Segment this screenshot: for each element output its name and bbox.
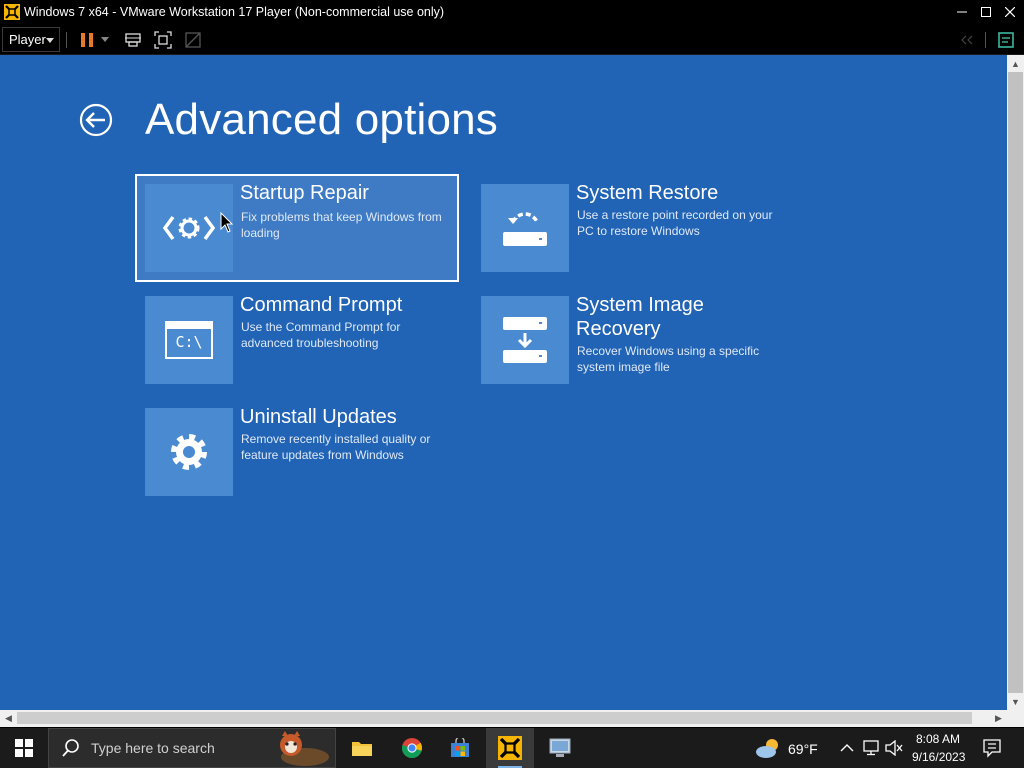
chevron-down-icon xyxy=(46,38,54,43)
tile-description: Recover Windows using a specific system … xyxy=(577,344,760,374)
search-placeholder: Type here to search xyxy=(91,740,215,756)
player-menu-label: Player xyxy=(9,32,46,47)
tile-uninstall-updates[interactable]: Uninstall Updates Remove recently instal… xyxy=(145,406,469,516)
prompt-text: C:\ xyxy=(175,333,203,351)
tile-command-prompt[interactable]: C:\ Command Prompt Use the Command Promp… xyxy=(145,294,469,404)
pause-icon xyxy=(81,33,93,47)
search-icon xyxy=(62,739,79,757)
gear-icon xyxy=(145,408,233,496)
horizontal-scrollbar[interactable]: ◀ ▶ xyxy=(0,710,1007,727)
minimize-icon xyxy=(957,11,967,13)
full-screen-icon xyxy=(154,31,172,49)
scrollbar-corner xyxy=(1007,710,1024,727)
player-menu-button[interactable]: Player xyxy=(2,27,60,52)
tile-description: Use a restore point recorded on your PC … xyxy=(577,208,773,238)
taskbar-chrome[interactable] xyxy=(388,728,436,768)
unity-icon xyxy=(185,32,201,48)
volume-muted-icon[interactable] xyxy=(884,740,904,756)
network-icon[interactable] xyxy=(862,740,880,756)
scroll-left-arrow-icon[interactable]: ◀ xyxy=(0,710,17,727)
chevron-down-icon xyxy=(101,37,109,42)
maximize-button[interactable] xyxy=(974,0,998,24)
system-restore-icon xyxy=(481,184,569,272)
taskbar-remote-app[interactable] xyxy=(536,728,584,768)
tabs-collapse-button[interactable] xyxy=(956,29,978,51)
scroll-down-arrow-icon[interactable]: ▼ xyxy=(1007,693,1024,710)
message-log-button[interactable] xyxy=(995,29,1017,51)
command-prompt-icon: C:\ xyxy=(145,296,233,384)
tile-title: Command Prompt xyxy=(240,294,403,316)
pause-options-dropdown[interactable] xyxy=(98,29,112,51)
tile-title: Uninstall Updates xyxy=(240,406,397,428)
search-box[interactable]: Type here to search xyxy=(48,728,336,768)
tile-startup-repair[interactable]: Startup Repair Fix problems that keep Wi… xyxy=(135,174,459,282)
folder-icon xyxy=(352,742,372,756)
clock-date[interactable]: 9/16/2023 xyxy=(912,750,965,764)
ctrl-alt-del-icon xyxy=(125,33,141,47)
close-icon xyxy=(1005,7,1015,17)
tile-description: Fix problems that keep Windows from load… xyxy=(241,210,442,240)
send-ctrl-alt-del-button[interactable] xyxy=(122,29,144,51)
clock-time[interactable]: 8:08 AM xyxy=(916,732,960,746)
toolbar-divider xyxy=(985,32,986,48)
weather-icon xyxy=(756,739,778,758)
tile-description: Use the Command Prompt for advanced trou… xyxy=(241,320,401,350)
chrome-icon xyxy=(401,738,423,759)
taskbar: Type here to search 69°F 8:08 AM 9/16/20… xyxy=(0,728,1024,768)
maximize-icon xyxy=(981,7,991,17)
vmware-app-icon xyxy=(4,4,20,20)
close-button[interactable] xyxy=(998,0,1022,24)
taskbar-file-explorer[interactable] xyxy=(338,728,386,768)
unity-mode-button[interactable] xyxy=(182,29,204,51)
player-toolbar: Player xyxy=(0,24,1024,55)
system-image-icon xyxy=(481,296,569,384)
vertical-scroll-thumb[interactable] xyxy=(1008,72,1023,693)
tile-title: System Restore xyxy=(576,182,719,204)
tile-system-restore[interactable]: System Restore Use a restore point recor… xyxy=(481,182,805,292)
page-title: Advanced options xyxy=(145,95,499,144)
vm-display[interactable]: Advanced options Startup Repair Fix prob… xyxy=(0,55,1007,710)
tile-system-image-recovery[interactable]: System Image Recovery Recover Windows us… xyxy=(481,294,805,404)
scroll-right-arrow-icon[interactable]: ▶ xyxy=(990,710,1007,727)
mouse-cursor-icon xyxy=(220,212,234,233)
window-title-bar: Windows 7 x64 - VMware Workstation 17 Pl… xyxy=(0,0,1024,24)
tile-title: Startup Repair xyxy=(240,182,369,204)
minimize-button[interactable] xyxy=(950,0,974,24)
weather-temperature[interactable]: 69°F xyxy=(788,741,818,757)
message-icon xyxy=(998,32,1014,48)
monitor-icon xyxy=(549,738,571,757)
double-chevron-left-icon xyxy=(961,35,973,45)
scroll-up-arrow-icon[interactable]: ▲ xyxy=(1007,55,1024,72)
toolbar-divider xyxy=(66,32,67,48)
start-button[interactable] xyxy=(0,728,48,768)
red-panda-highlight-icon xyxy=(280,731,329,766)
taskbar-microsoft-store[interactable] xyxy=(436,728,484,768)
window-title: Windows 7 x64 - VMware Workstation 17 Pl… xyxy=(24,5,445,19)
full-screen-button[interactable] xyxy=(152,29,174,51)
store-icon xyxy=(451,738,469,757)
pause-button[interactable] xyxy=(76,29,98,51)
vmware-icon xyxy=(498,736,522,760)
chevron-up-icon[interactable] xyxy=(840,743,854,753)
back-arrow-icon[interactable] xyxy=(79,103,113,137)
tile-title: System Image Recovery xyxy=(576,294,704,340)
tile-description: Remove recently installed quality or fea… xyxy=(241,432,431,462)
vertical-scrollbar[interactable]: ▲ ▼ xyxy=(1007,55,1024,710)
horizontal-scroll-thumb[interactable] xyxy=(17,712,972,724)
taskbar-vmware[interactable] xyxy=(486,728,534,768)
notification-center-icon[interactable] xyxy=(982,738,1002,758)
windows-logo-icon xyxy=(15,739,33,757)
